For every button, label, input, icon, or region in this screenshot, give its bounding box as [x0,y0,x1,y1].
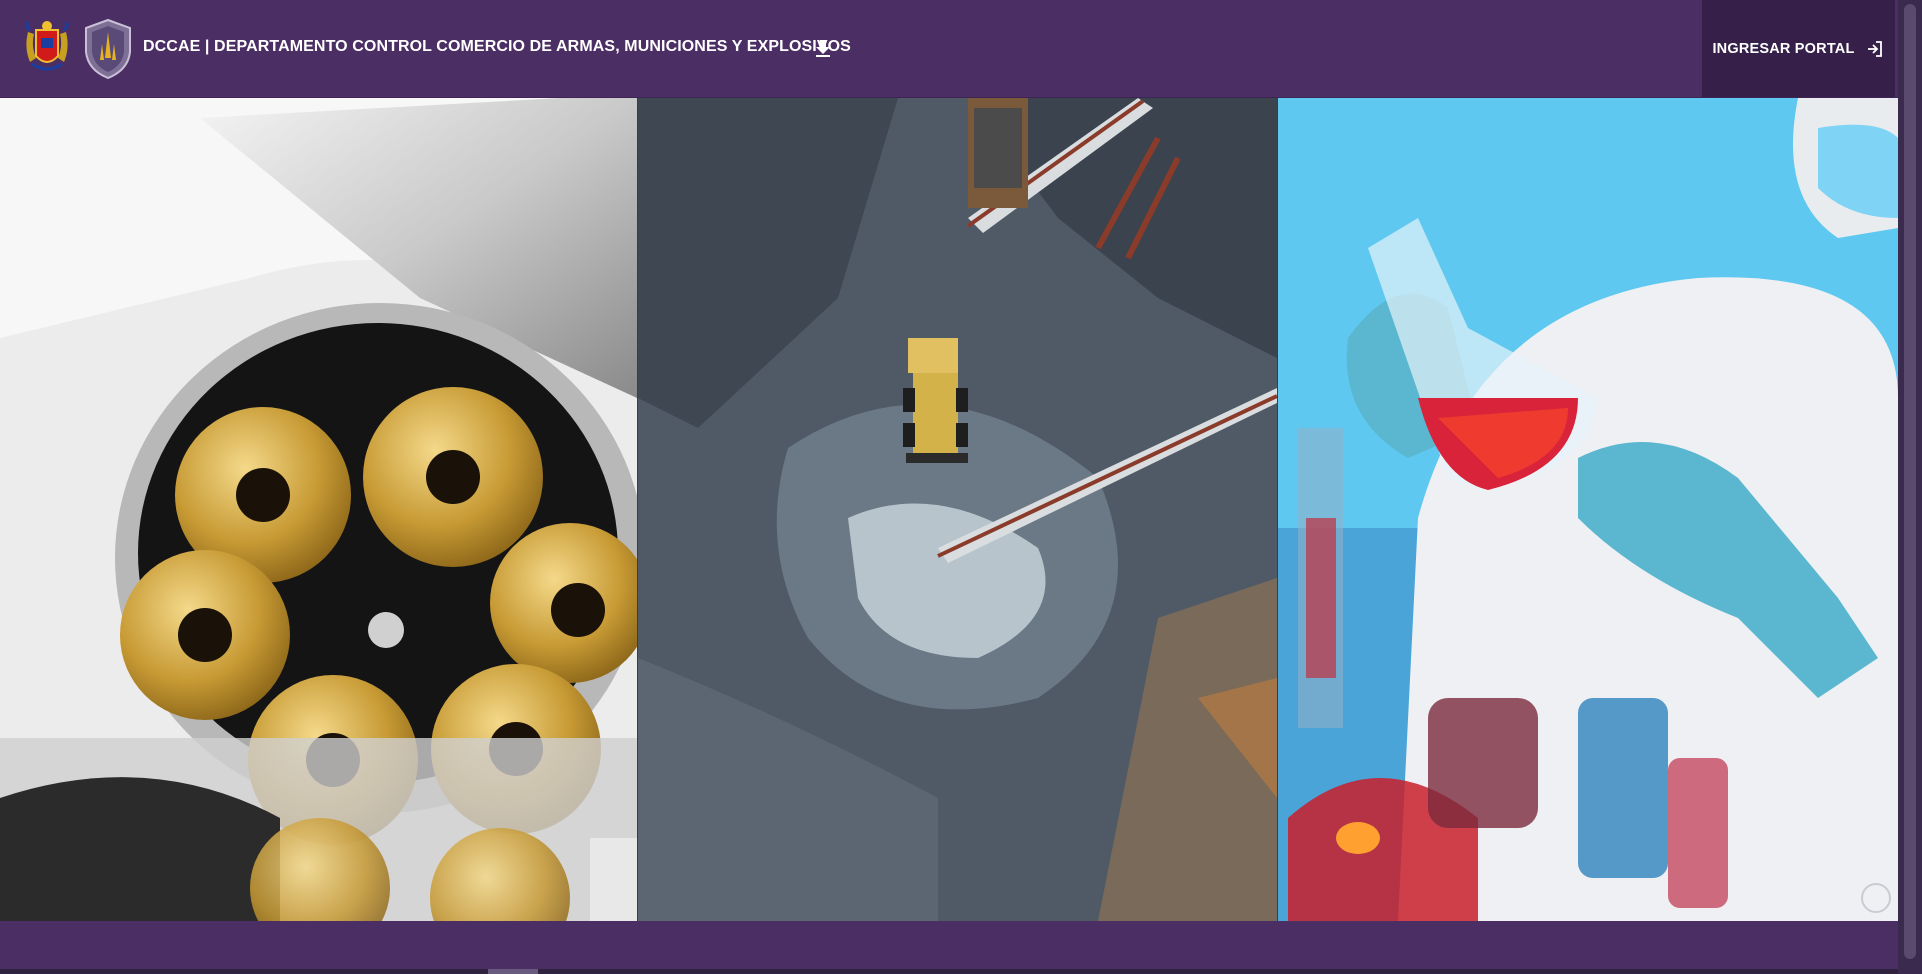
coat-of-arms-logo [25,21,69,71]
horizontal-scrollbar-thumb[interactable] [488,969,538,974]
revolver-image [0,98,637,921]
horizontal-scrollbar[interactable] [0,969,1898,974]
shield-logo [85,18,131,80]
vertical-scrollbar-thumb[interactable] [1904,4,1916,959]
site-title: DCCAE | DEPARTAMENTO CONTROL COMERCIO DE… [143,38,851,55]
login-icon [1867,40,1882,57]
footer-bar [0,921,1898,971]
top-header: DCCAE | DEPARTAMENTO CONTROL COMERCIO DE… [0,0,1898,98]
laboratory-image [1278,98,1898,921]
mining-image [638,98,1277,921]
page: DCCAE | DEPARTAMENTO CONTROL COMERCIO DE… [0,0,1922,974]
login-portal-label: INGRESAR PORTAL [1712,40,1855,57]
vertical-scrollbar[interactable] [1898,0,1922,974]
login-portal-button[interactable]: INGRESAR PORTAL [1702,0,1895,97]
download-icon[interactable] [812,37,834,59]
main-content: DCCAE | DEPARTAMENTO CONTROL COMERCIO DE… [0,0,1898,974]
